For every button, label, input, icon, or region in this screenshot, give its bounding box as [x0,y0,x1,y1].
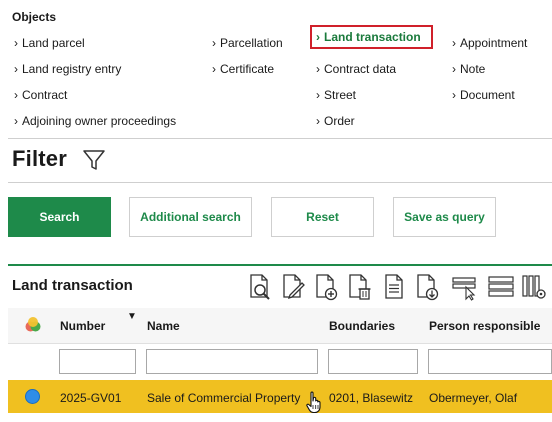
sort-desc-icon[interactable]: ▼ [127,311,137,322]
object-link-contract-data[interactable]: › Contract data [316,62,396,76]
list-view-icon[interactable] [488,273,514,301]
document-delete-icon[interactable] [346,273,372,301]
divider [8,182,552,183]
document-edit-icon[interactable] [280,273,306,301]
column-header-name[interactable]: Name [147,319,180,333]
number-filter-input[interactable] [59,349,136,374]
section-divider [8,264,552,266]
row-status-dot[interactable] [25,389,40,404]
object-link-label: Adjoining owner proceedings [22,114,177,128]
column-settings-icon[interactable] [521,273,547,301]
object-link-label: Order [324,114,355,128]
object-link-appointment[interactable]: › Appointment [452,36,527,50]
chevron-right-icon: › [316,30,320,44]
object-link-label: Parcellation [220,36,283,50]
reset-button[interactable]: Reset [271,197,374,237]
object-link-label: Land transaction [324,30,421,44]
column-header-boundaries[interactable]: Boundaries [329,319,395,333]
object-link-order[interactable]: › Order [316,114,355,128]
save-as-query-button[interactable]: Save as query [393,197,496,237]
name-filter-input[interactable] [146,349,318,374]
column-header-person-responsible[interactable]: Person responsible [429,319,540,333]
cell-person-responsible: Obermeyer, Olaf [429,391,518,405]
document-icon[interactable] [381,273,407,301]
object-link-certificate[interactable]: › Certificate [212,62,274,76]
cell-boundaries: 0201, Blasewitz [329,391,414,405]
object-link-label: Land registry entry [22,62,122,76]
object-link-document[interactable]: › Document [452,88,515,102]
object-link-label: Contract [22,88,68,102]
object-link-label: Appointment [460,36,528,50]
object-link-label: Contract data [324,62,397,76]
divider [8,138,552,139]
object-link-land-registry-entry[interactable]: › Land registry entry [14,62,121,76]
chevron-right-icon: › [316,62,320,76]
cell-number: 2025-GV01 [60,391,122,405]
chevron-right-icon: › [452,88,456,102]
object-link-adjoining-owner-proceedings[interactable]: › Adjoining owner proceedings [14,114,176,128]
filter-title: Filter [12,146,67,171]
chevron-right-icon: › [14,62,18,76]
document-search-icon[interactable] [247,273,273,301]
person-responsible-filter-input[interactable] [428,349,552,374]
chevron-right-icon: › [212,36,216,50]
chevron-right-icon: › [14,36,18,50]
chevron-right-icon: › [452,62,456,76]
document-download-icon[interactable] [414,273,440,301]
funnel-icon[interactable] [82,148,106,172]
object-link-land-parcel[interactable]: › Land parcel [14,36,85,50]
chevron-right-icon: › [14,114,18,128]
boundaries-filter-input[interactable] [328,349,418,374]
object-link-label: Land parcel [22,36,85,50]
object-link-label: Certificate [220,62,275,76]
chevron-right-icon: › [452,36,456,50]
search-button[interactable]: Search [8,197,111,237]
objects-title: Objects [12,10,57,24]
chevron-right-icon: › [316,114,320,128]
hand-cursor-icon [306,391,321,414]
object-link-label: Document [460,88,515,102]
object-link-parcellation[interactable]: › Parcellation [212,36,283,50]
object-link-contract[interactable]: › Contract [14,88,67,102]
select-rows-icon[interactable] [452,273,478,301]
column-header-number[interactable]: Number [60,319,105,333]
section-title: Land transaction [12,277,133,294]
additional-search-button[interactable]: Additional search [129,197,252,237]
object-link-label: Note [460,62,486,76]
cell-name: Sale of Commercial Property [147,391,301,405]
object-link-street[interactable]: › Street [316,88,356,102]
chevron-right-icon: › [14,88,18,102]
object-link-note[interactable]: › Note [452,62,485,76]
object-link-label: Street [324,88,357,102]
document-add-icon[interactable] [313,273,339,301]
chevron-right-icon: › [316,88,320,102]
chevron-right-icon: › [212,62,216,76]
status-color-icon [25,317,41,332]
object-link-land-transaction[interactable]: › Land transaction [310,25,433,49]
